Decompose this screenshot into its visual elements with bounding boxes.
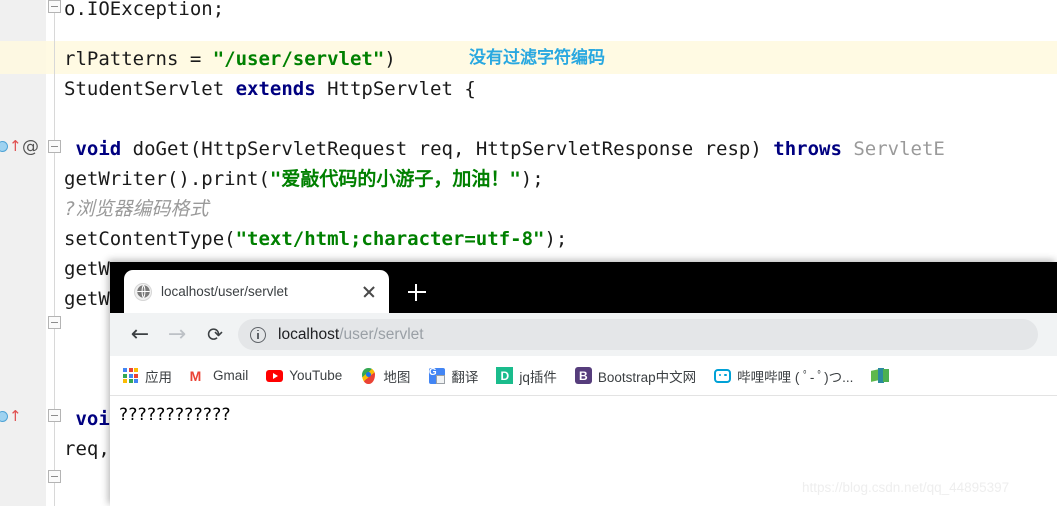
address-bar-url: localhost/user/servlet — [278, 326, 424, 344]
page-viewport: ???????????? — [110, 396, 1057, 506]
code-token: ) — [384, 48, 396, 70]
code-token: HttpServlet { — [315, 78, 476, 100]
apps-grid-icon — [122, 367, 139, 384]
code-token: StudentServlet — [64, 78, 236, 100]
close-icon[interactable] — [359, 282, 379, 302]
browser-tab-strip: localhost/user/servlet — [110, 262, 1057, 313]
jq-plugin-icon: D — [496, 367, 514, 384]
code-token: doGet(HttpServletRequest req, HttpServle… — [121, 138, 774, 160]
reload-button[interactable]: ⟳ — [202, 322, 228, 348]
bookmark-label: Bootstrap中文网 — [597, 369, 697, 385]
bookmark-item[interactable] — [871, 367, 894, 384]
bilibili-icon — [714, 367, 732, 384]
code-line[interactable]: void doGet(HttpServletRequest req, HttpS… — [64, 134, 945, 164]
code-token: ?浏览器编码格式 — [64, 198, 209, 220]
bookmark-item[interactable]: 应用 — [122, 366, 172, 386]
code-token: rlPatterns = — [64, 48, 213, 70]
url-path: /user/servlet — [339, 325, 424, 343]
code-token: voi — [75, 408, 110, 430]
windows-store-icon — [871, 367, 890, 384]
chrome-browser-window: localhost/user/servlet ← → ⟳ localhost/u… — [110, 262, 1057, 506]
gmail-icon: M — [189, 367, 202, 384]
youtube-icon — [266, 367, 284, 384]
code-line[interactable]: getW — [64, 254, 110, 284]
code-line[interactable]: StudentServlet extends HttpServlet { — [64, 74, 476, 104]
code-token: ); — [520, 168, 544, 190]
code-token: o.IOException; — [64, 0, 225, 20]
code-token: "text/html;character=utf-8" — [235, 228, 545, 250]
url-host: localhost — [278, 325, 340, 343]
browser-tab-active[interactable]: localhost/user/servlet — [124, 270, 389, 313]
bookmark-item[interactable]: G 翻译 — [428, 366, 478, 386]
code-line[interactable]: getW — [64, 284, 110, 314]
address-bar[interactable]: localhost/user/servlet — [238, 319, 1038, 350]
bootstrap-icon: B — [574, 367, 592, 384]
bookmark-label: 地图 — [383, 369, 411, 385]
code-token: ); — [544, 228, 568, 250]
code-line[interactable]: setContentType("text/html;character=utf-… — [64, 224, 567, 254]
bookmark-label: Gmail — [213, 368, 249, 383]
code-token: "/user/servlet" — [212, 48, 385, 70]
bookmark-item[interactable]: B Bootstrap中文网 — [574, 366, 697, 386]
bookmark-item[interactable]: Djq插件 — [496, 366, 557, 386]
bookmark-label: jq插件 — [519, 369, 557, 385]
browser-toolbar: ← → ⟳ localhost/user/servlet — [110, 313, 1057, 356]
bookmarks-bar[interactable]: 应用 M Gmail YouTube 地图 G 翻译 Djq插件 B Bootstrap中文网 哔哩… — [110, 356, 1057, 396]
code-token: ServletE — [841, 138, 945, 160]
code-line[interactable]: getWriter().print("爱敲代码的小游子，加油！"); — [64, 164, 544, 194]
bookmark-item[interactable]: YouTube — [266, 367, 342, 384]
code-line[interactable]: o.IOException; — [64, 0, 224, 24]
forward-button[interactable]: → — [164, 322, 190, 348]
code-line[interactable]: ?浏览器编码格式 — [64, 194, 208, 224]
bookmark-item[interactable]: M Gmail — [189, 367, 249, 384]
code-line[interactable]: req, — [64, 434, 110, 464]
code-token: getWriter().print( — [64, 168, 270, 190]
bookmark-item[interactable]: 哔哩哔哩 ( ﾟ- ﾟ)つ... — [714, 366, 853, 386]
browser-tab-title: localhost/user/servlet — [161, 284, 288, 299]
code-token: "爱敲代码的小游子，加油！" — [269, 168, 521, 190]
bookmark-label: 应用 — [145, 369, 172, 385]
code-token: extends — [235, 78, 316, 100]
code-token: throws — [773, 138, 842, 160]
bookmark-label: 翻译 — [451, 369, 479, 385]
code-line[interactable]: rlPatterns = "/user/servlet") — [64, 44, 396, 74]
bookmark-item[interactable]: 地图 — [360, 366, 410, 386]
code-token: req, — [64, 438, 110, 460]
site-info-icon[interactable] — [250, 326, 266, 343]
new-tab-button[interactable] — [404, 279, 430, 305]
bookmark-label: YouTube — [289, 368, 343, 383]
bookmark-label: 哔哩哔哩 ( ﾟ- ﾟ)つ... — [737, 369, 854, 385]
google-translate-icon: G — [428, 367, 445, 384]
page-body-text: ???????????? — [119, 405, 231, 425]
code-token: getW — [64, 288, 110, 310]
code-token: void — [75, 138, 122, 160]
back-button[interactable]: ← — [127, 322, 153, 348]
google-maps-icon — [360, 367, 377, 384]
code-token: getW — [64, 258, 110, 280]
globe-icon — [134, 282, 152, 301]
code-line[interactable]: voi — [64, 404, 110, 434]
code-token: setContentType( — [64, 228, 236, 250]
